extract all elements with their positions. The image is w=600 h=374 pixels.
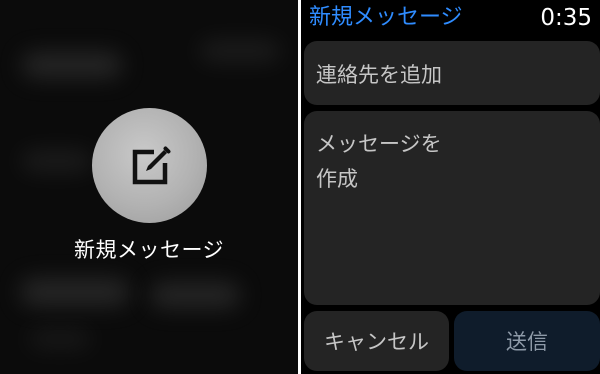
new-message-screen: 新規メッセージ 0:35 連絡先を追加 メッセージを 作成 キャンセル 送信 [301,0,600,374]
screen-title[interactable]: 新規メッセージ [309,4,463,32]
blurred-list-row [30,330,90,348]
new-message-button[interactable] [92,108,207,223]
new-message-label: 新規メッセージ [73,238,225,262]
blurred-list-row [150,282,240,308]
compose-message-field[interactable]: メッセージを 作成 [304,111,600,305]
force-touch-menu-screen: 新規メッセージ [0,0,298,374]
blurred-list-row [200,40,280,62]
blurred-list-row [22,150,92,172]
blurred-list-row [20,278,130,306]
blurred-list-row [22,52,122,78]
screenshot-root: 新規メッセージ 新規メッセージ 0:35 連絡先を追加 メッセージを 作成 キャ… [0,0,600,374]
compose-icon [124,140,176,192]
send-button[interactable]: 送信 [454,311,600,371]
cancel-button[interactable]: キャンセル [304,311,449,371]
status-time: 0:35 [540,5,592,31]
add-contact-field[interactable]: 連絡先を追加 [304,41,600,105]
